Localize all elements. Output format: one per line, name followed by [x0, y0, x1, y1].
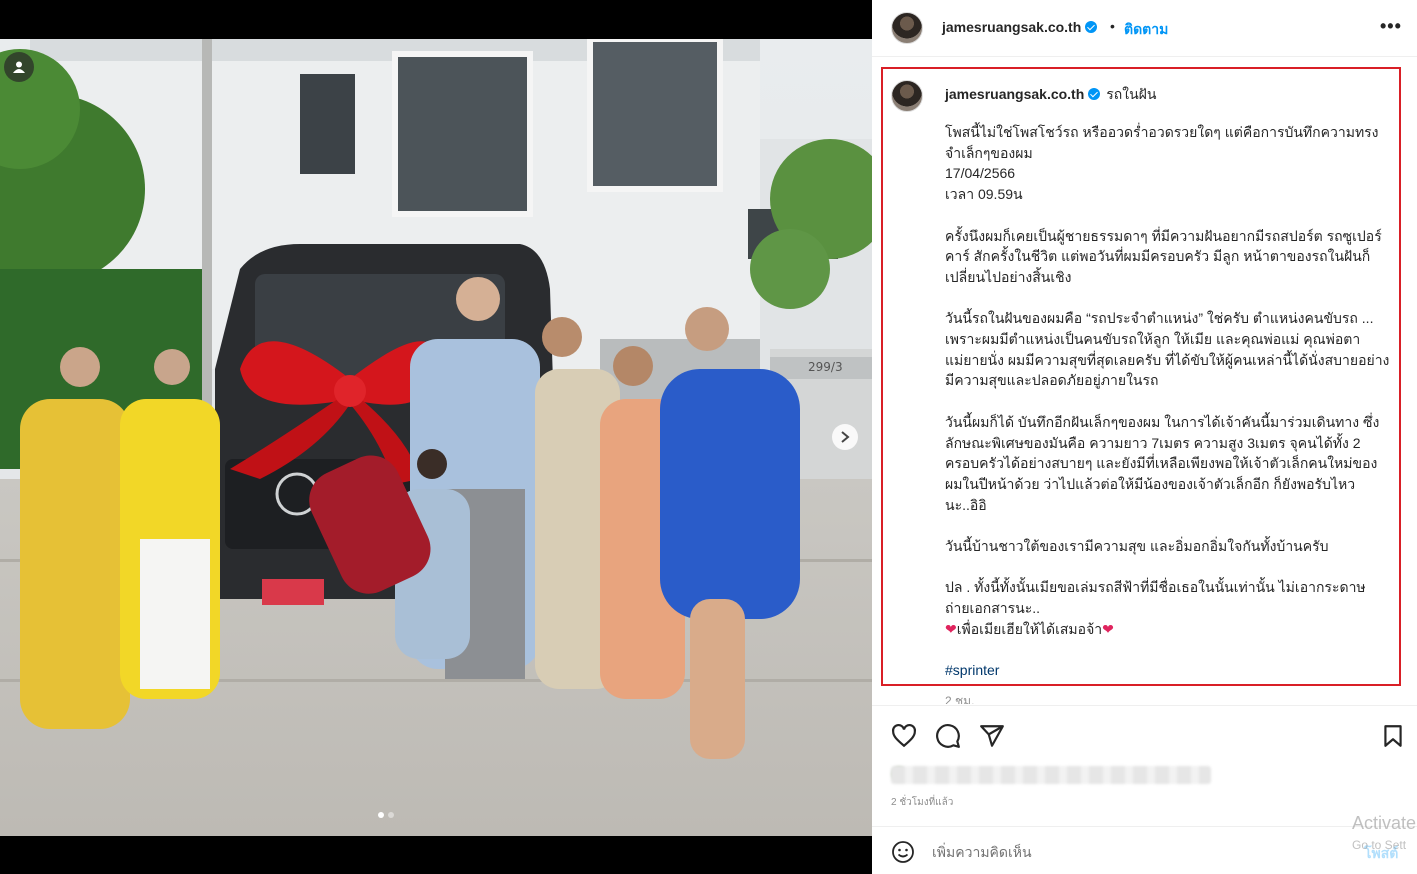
caption-paragraph: วันนี้บ้านชาวใต้ของเรามีความสุข และอิ่มอ… [945, 538, 1329, 554]
save-bookmark-icon[interactable] [1380, 723, 1406, 749]
follow-button[interactable]: ติดตาม [1124, 19, 1168, 41]
add-comment-bar: โพสต์ [872, 826, 1417, 874]
caption-age: 2 ชม. [945, 694, 975, 704]
person-tag-icon [13, 61, 25, 73]
caption-scroll-area[interactable]: jamesruangsak.co.th รถในฝัน โพสนี้ไม่ใช่โ… [872, 58, 1417, 704]
username[interactable]: jamesruangsak.co.th [942, 19, 1081, 35]
family-van-photo: 299/3 [0, 39, 872, 836]
caption-paragraph: ปล . ทั้งนี้ทั้งนั้นเมียขอเล่มรถสีฟ้าที่… [945, 579, 1366, 617]
caption-date: 17/04/2566 [945, 165, 1016, 182]
verified-badge-icon [1085, 21, 1098, 33]
hashtag-link[interactable]: #sprinter [945, 660, 1390, 681]
carousel-dot [388, 812, 394, 818]
caption-paragraph: วันนี้รถในฝันของผมคือ “รถประจำตำแหน่ง” ใ… [945, 310, 1390, 389]
post-photo[interactable]: 299/3 [0, 39, 872, 836]
comment-input[interactable] [932, 841, 1312, 863]
action-bar [872, 705, 1417, 765]
instagram-post-view: 299/3 jamesruangsak.co.th • ติดตาม ••• j… [0, 0, 1417, 874]
emoji-smiley-icon[interactable] [891, 840, 915, 864]
carousel-dot [378, 812, 384, 818]
heart-emoji-icon: ❤ [1102, 620, 1114, 637]
carousel-next-button[interactable] [832, 424, 858, 450]
verified-badge-icon [1088, 88, 1101, 100]
likes-summary-blurred [891, 766, 1211, 784]
post-header: jamesruangsak.co.th • ติดตาม ••• [872, 0, 1417, 57]
separator-dot: • [1110, 18, 1115, 34]
carousel-dots [378, 812, 394, 818]
share-paper-plane-icon[interactable] [979, 723, 1005, 749]
username[interactable]: jamesruangsak.co.th [945, 86, 1084, 102]
heart-emoji-icon: ❤ [945, 620, 957, 637]
caption-time: เวลา 09.59น [945, 186, 1023, 203]
caption-text: โพสนี้ไม่ใช่โพสโชว์รถ หรืออวดร่ำอวดรวยใด… [945, 122, 1390, 681]
post-timestamp[interactable]: 2 ชั่วโมงที่แล้ว [891, 795, 953, 810]
avatar[interactable] [891, 12, 923, 44]
caption-paragraph: โพสนี้ไม่ใช่โพสโชว์รถ หรืออวดร่ำอวดรวยใด… [945, 124, 1379, 161]
os-activation-watermark: Activate [1352, 813, 1417, 833]
house-number-plate: 299/3 [808, 360, 843, 374]
caption-closing-text: เพื่อเมียเฮียให้ได้เสมอจ้า [956, 620, 1103, 637]
avatar[interactable] [891, 80, 923, 112]
like-heart-icon[interactable] [891, 723, 917, 749]
caption-paragraph: วันนี้ผมก็ได้ บันทึกอีกฝันเล็กๆของผม ในก… [945, 413, 1380, 513]
more-options-icon[interactable]: ••• [1380, 16, 1402, 37]
caption-paragraph: ครั้งนึงผมก็เคยเป็นผู้ชายธรรมดาๆ ที่มีคว… [945, 227, 1382, 285]
caption-author: jamesruangsak.co.th รถในฝัน [945, 84, 1156, 106]
caption-first-line: รถในฝัน [1106, 86, 1157, 102]
caption-closing: ❤เพื่อเมียเฮียให้ได้เสมอจ้า❤ [945, 619, 1390, 640]
post-author[interactable]: jamesruangsak.co.th [942, 19, 1098, 35]
tagged-people-button[interactable] [4, 52, 34, 82]
os-activation-watermark-sub: Go to Sett [1352, 838, 1407, 852]
comment-bubble-icon[interactable] [935, 723, 961, 749]
chevron-right-icon [841, 431, 850, 443]
post-side-panel: jamesruangsak.co.th • ติดตาม ••• jamesru… [872, 0, 1417, 874]
media-viewer: 299/3 [0, 0, 872, 874]
